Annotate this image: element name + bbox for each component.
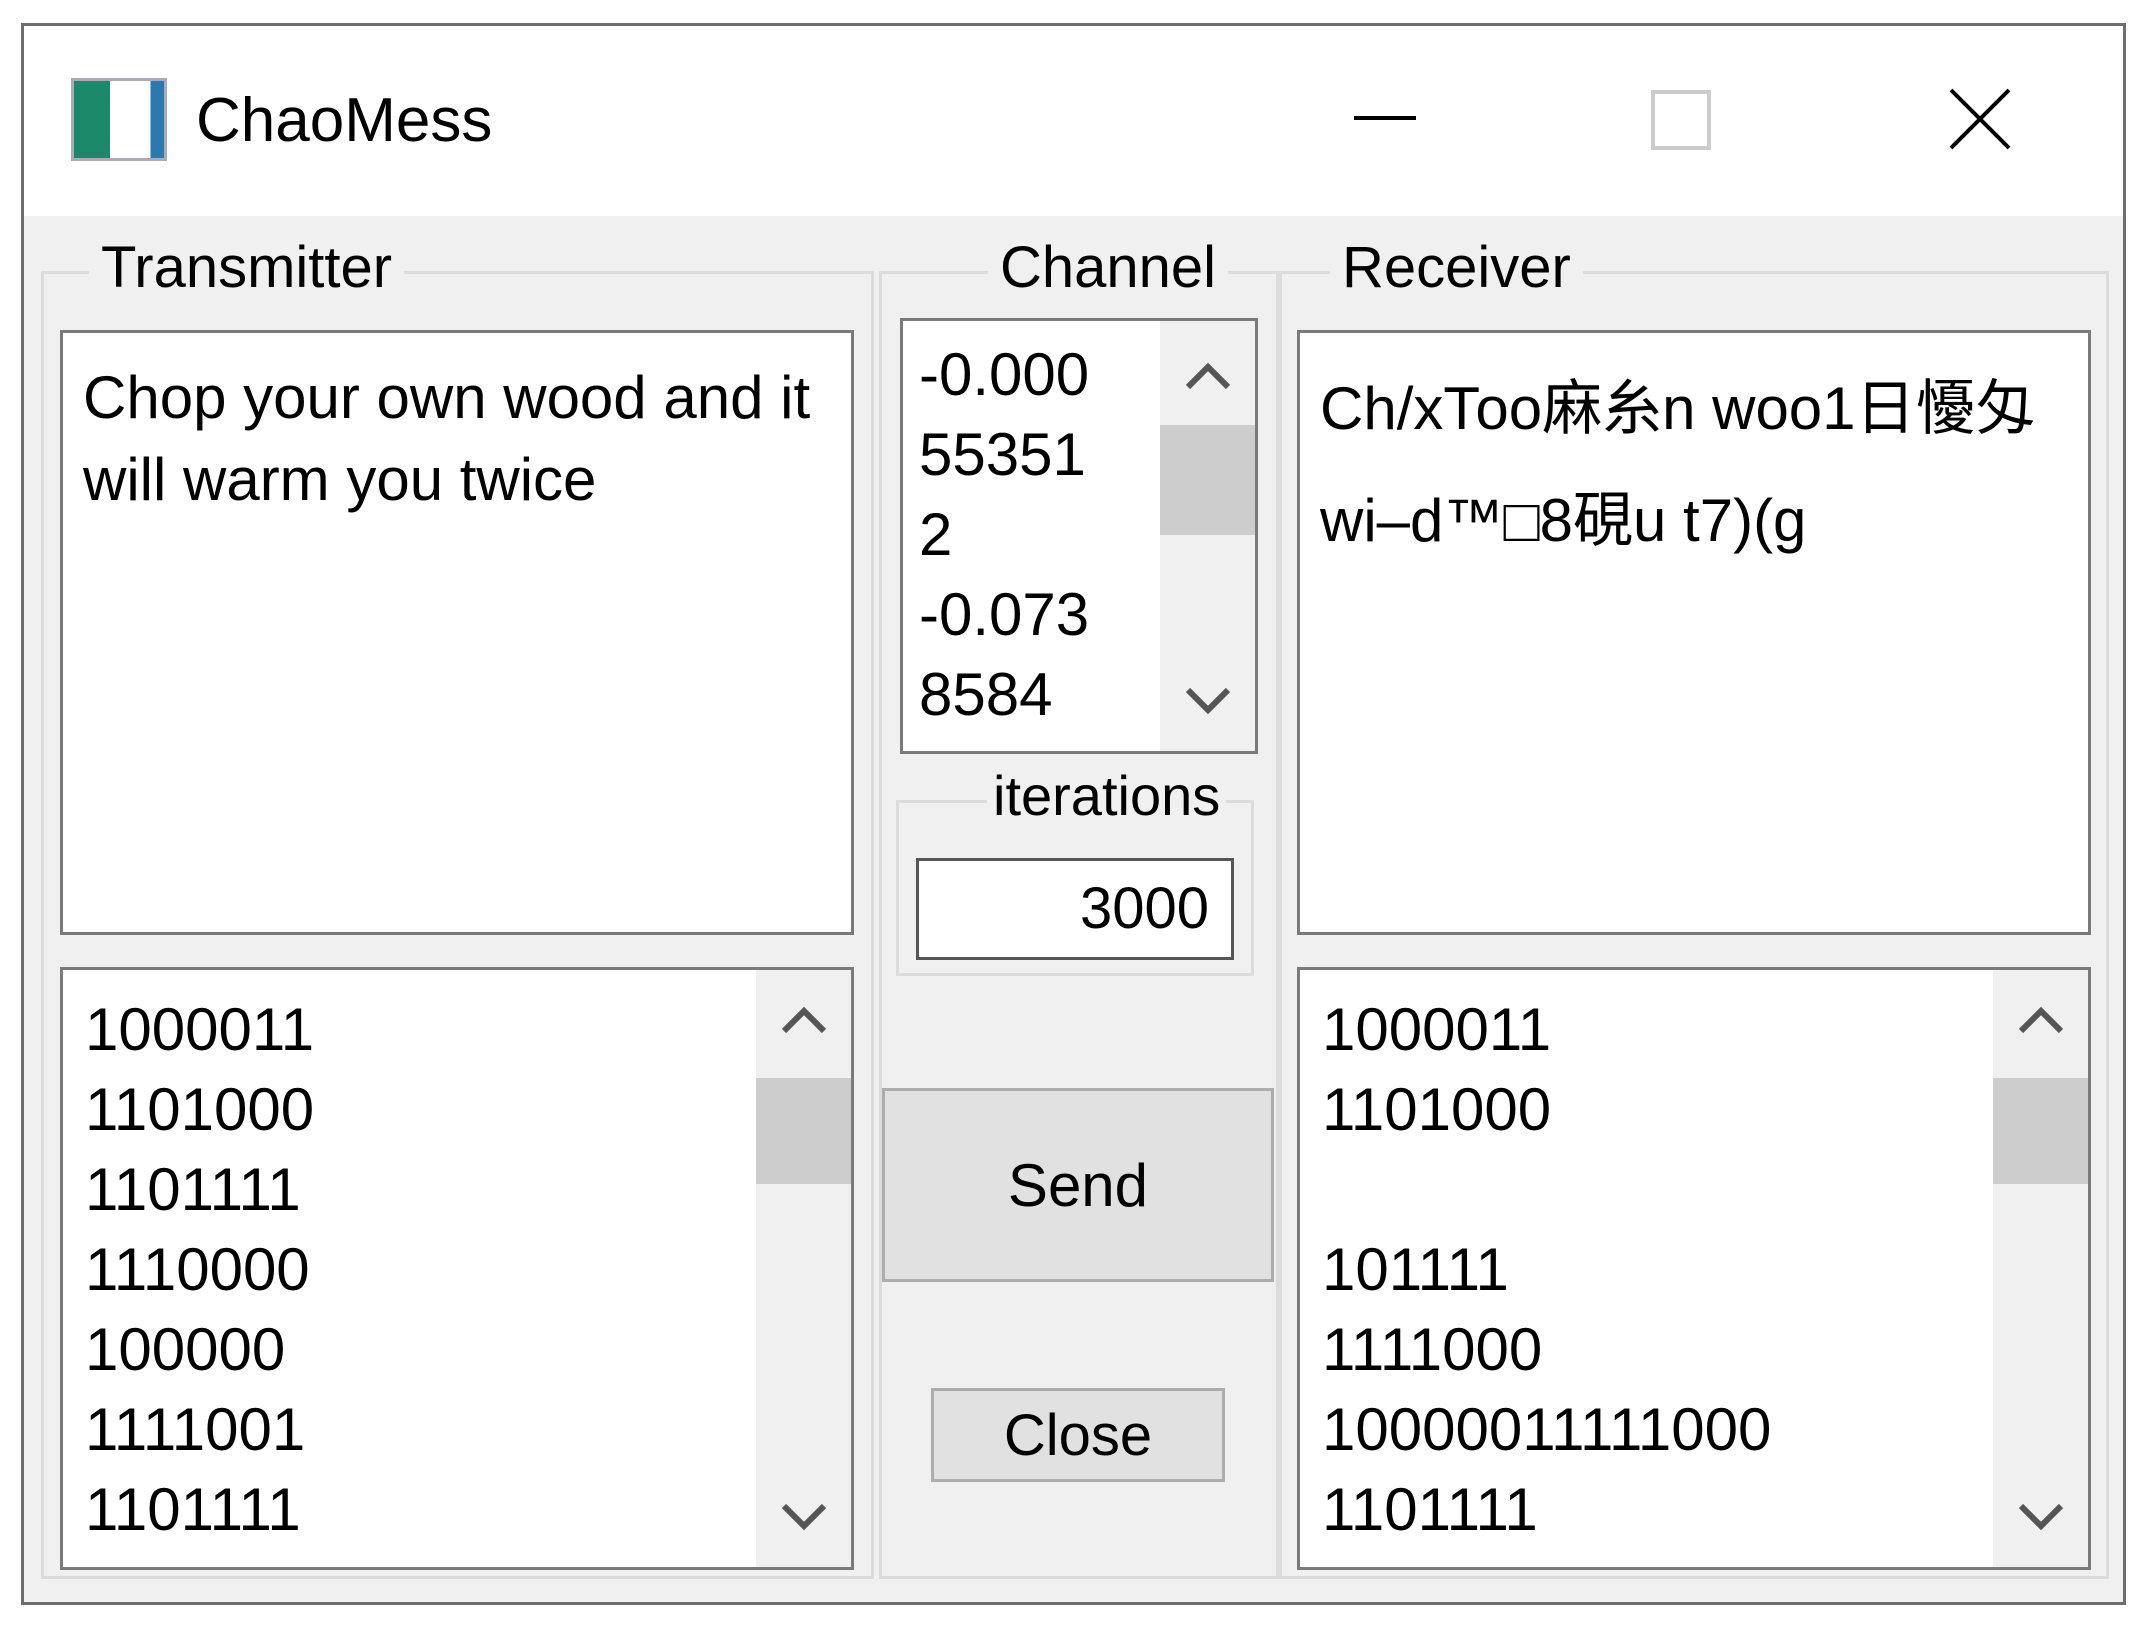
app-window: ChaoMess Transmitter Chop your own wood … bbox=[21, 23, 2126, 1605]
receiver-bits-list[interactable]: 1000011 1101000 101111 1111000 1000001111100… bbox=[1297, 967, 2091, 1570]
list-item[interactable]: 1000011 bbox=[85, 990, 851, 1070]
list-item[interactable]: 101111 bbox=[1322, 1230, 2088, 1310]
channel-values-list[interactable]: -0.000 55351 2 -0.073 8584 bbox=[900, 318, 1258, 754]
close-icon bbox=[1949, 88, 2011, 150]
scroll-up-icon[interactable] bbox=[1160, 341, 1255, 411]
list-item[interactable]: 100000 bbox=[85, 1310, 851, 1390]
receiver-message-line: Ch/xТоo麻糸n woo1日懮匁 bbox=[1320, 375, 2036, 442]
minimize-button[interactable] bbox=[1334, 76, 1424, 166]
receiver-label: Receiver bbox=[1330, 236, 1583, 300]
iterations-input[interactable]: 3000 bbox=[916, 858, 1234, 960]
close-window-button[interactable] bbox=[1939, 76, 2029, 166]
scroll-down-icon[interactable] bbox=[1993, 1482, 2088, 1552]
maximize-button[interactable] bbox=[1639, 76, 1729, 166]
receiver-scrollbar[interactable] bbox=[1993, 970, 2088, 1567]
app-icon bbox=[71, 78, 167, 161]
scrollbar-thumb[interactable] bbox=[1993, 1078, 2088, 1184]
channel-label: Channel bbox=[988, 236, 1229, 300]
list-item[interactable]: 10000011111000 bbox=[1322, 1390, 2088, 1470]
receiver-message-output[interactable]: Ch/xТоo麻糸n woo1日懮匁 wi–d™□8硯u t7)(g bbox=[1297, 330, 2091, 935]
list-item[interactable]: 1101000 bbox=[85, 1070, 851, 1150]
list-item[interactable]: 1111001 bbox=[85, 1390, 851, 1470]
transmitter-scrollbar[interactable] bbox=[756, 970, 851, 1567]
list-item[interactable]: 1101111 bbox=[85, 1150, 851, 1230]
transmitter-bits-list[interactable]: 1000011 1101000 1101111 1110000 100000 111100… bbox=[60, 967, 854, 1570]
list-item[interactable]: 1000011 bbox=[1322, 990, 2088, 1070]
scroll-up-icon[interactable] bbox=[1993, 985, 2088, 1055]
maximize-icon bbox=[1651, 90, 1711, 150]
scroll-down-icon[interactable] bbox=[756, 1482, 851, 1552]
list-item[interactable] bbox=[1322, 1150, 2088, 1230]
scroll-down-icon[interactable] bbox=[1160, 666, 1255, 736]
list-item[interactable]: 1101111 bbox=[1322, 1470, 2088, 1550]
transmitter-label: Transmitter bbox=[89, 236, 405, 300]
transmitter-bits-items: 1000011 1101000 1101111 1110000 100000 111100… bbox=[63, 970, 851, 1550]
close-button[interactable]: Close bbox=[931, 1388, 1225, 1482]
window-title: ChaoMess bbox=[196, 86, 493, 155]
list-item[interactable]: 1101111 bbox=[85, 1470, 851, 1550]
minimize-icon bbox=[1354, 116, 1416, 120]
list-item[interactable]: 1111000 bbox=[1322, 1310, 2088, 1390]
list-item[interactable]: 1110000 bbox=[85, 1230, 851, 1310]
transmitter-message-input[interactable]: Chop your own wood and it will warm you … bbox=[60, 330, 854, 935]
channel-scrollbar[interactable] bbox=[1160, 321, 1255, 751]
list-item[interactable]: 1101000 bbox=[1322, 1070, 2088, 1150]
receiver-bits-items: 1000011 1101000 101111 1111000 1000001111100… bbox=[1300, 970, 2088, 1550]
scrollbar-thumb[interactable] bbox=[756, 1078, 851, 1184]
iterations-label: iterations bbox=[987, 764, 1227, 828]
scrollbar-thumb[interactable] bbox=[1160, 425, 1255, 535]
scroll-up-icon[interactable] bbox=[756, 985, 851, 1055]
send-button[interactable]: Send bbox=[882, 1088, 1274, 1282]
receiver-message-line: wi–d™□8硯u t7)(g bbox=[1320, 487, 1807, 554]
title-bar: ChaoMess bbox=[24, 26, 2123, 216]
